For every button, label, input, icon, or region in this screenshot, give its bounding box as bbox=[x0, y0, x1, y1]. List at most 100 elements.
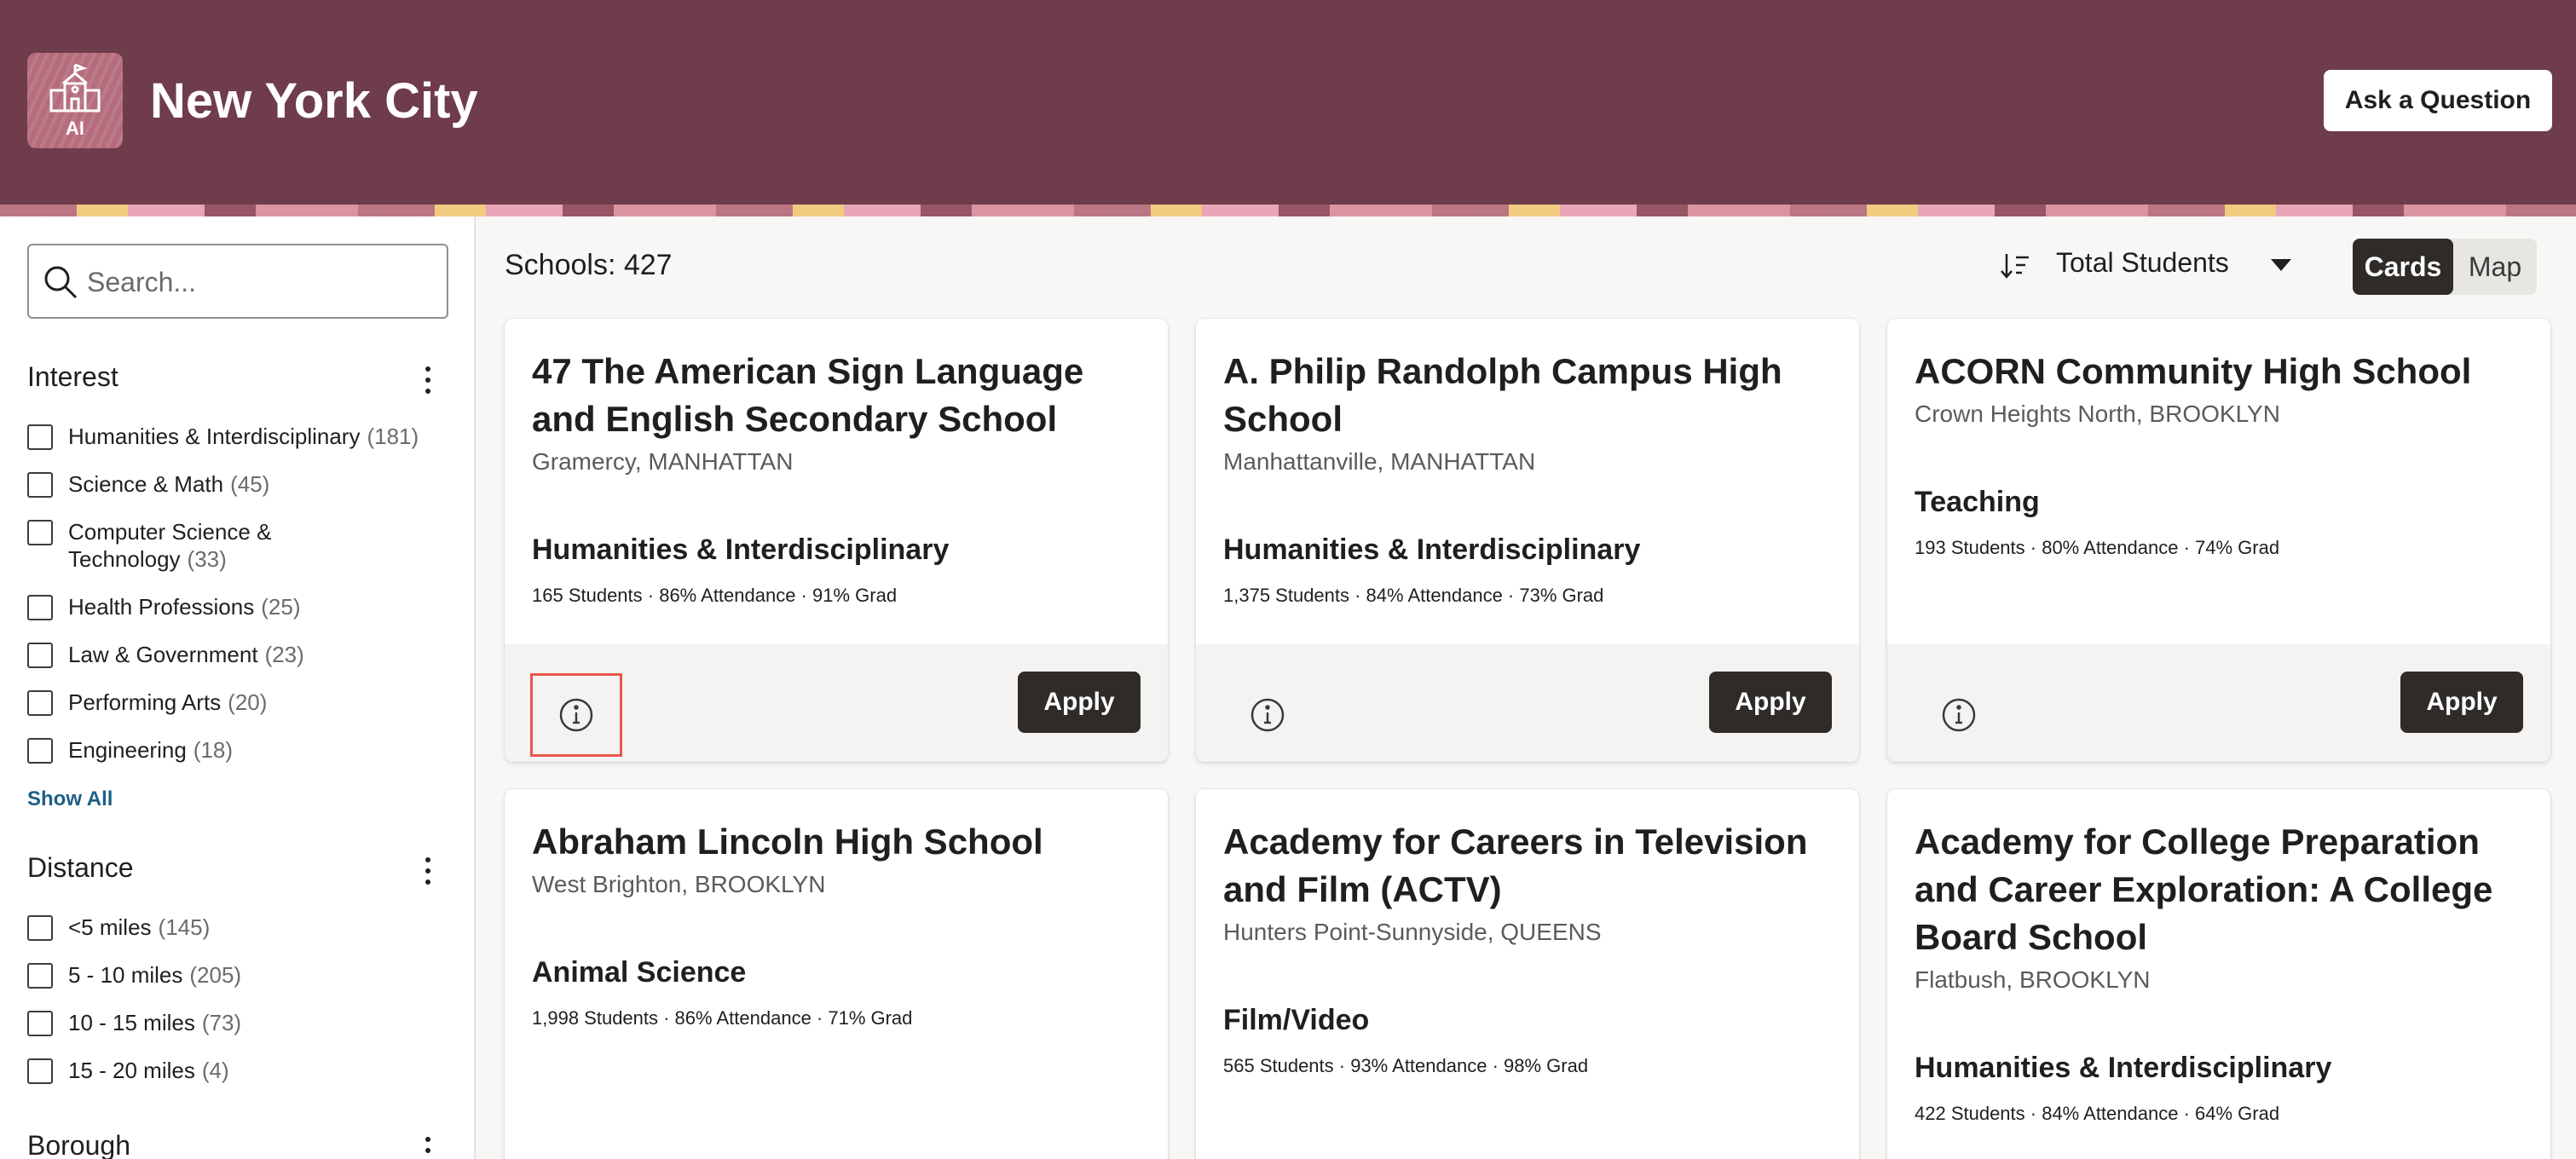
school-location: Manhattanville, MANHATTAN bbox=[1223, 448, 1536, 475]
facet-label: Law & Government bbox=[68, 642, 258, 667]
card-footer: Apply bbox=[1196, 644, 1859, 762]
checkbox[interactable] bbox=[27, 595, 53, 620]
search-icon bbox=[44, 266, 78, 299]
school-card[interactable]: A. Philip Randolph Campus High School Ma… bbox=[1196, 319, 1859, 762]
info-icon bbox=[1250, 698, 1285, 732]
school-name[interactable]: A. Philip Randolph Campus High School bbox=[1223, 348, 1837, 443]
app-header: AI New York City Ask a Question bbox=[0, 0, 2576, 205]
school-card[interactable]: 47 The American Sign Language and Englis… bbox=[505, 319, 1168, 762]
school-stats: 565 Students · 93% Attendance · 98% Grad bbox=[1223, 1055, 1589, 1076]
facet-label: Health Professions bbox=[68, 594, 255, 620]
facet-label: <5 miles bbox=[68, 914, 152, 940]
facet-title-interest: Interest bbox=[27, 361, 118, 392]
checkbox[interactable] bbox=[27, 915, 53, 941]
info-button[interactable] bbox=[1222, 673, 1314, 757]
school-location: Gramercy, MANHATTAN bbox=[532, 448, 794, 475]
facet-label: 5 - 10 miles bbox=[68, 962, 183, 988]
logo-text: AI bbox=[66, 118, 84, 139]
facet-count: (25) bbox=[261, 594, 301, 620]
facet-count: (45) bbox=[230, 471, 270, 497]
view-map-button[interactable]: Map bbox=[2453, 239, 2537, 295]
school-card[interactable]: Academy for College Preparation and Care… bbox=[1887, 789, 2550, 1159]
school-stats: 193 Students · 80% Attendance · 74% Grad bbox=[1915, 537, 2280, 558]
facet-item-distance-15-20[interactable]: 15 - 20 miles (4) bbox=[27, 1057, 229, 1084]
card-footer: Apply bbox=[505, 644, 1168, 762]
facet-item-humanities[interactable]: Humanities & Interdisciplinary (181) bbox=[27, 423, 419, 450]
kebab-menu-icon[interactable] bbox=[421, 1133, 435, 1159]
facet-label: Computer Science & Technology bbox=[68, 519, 272, 572]
checkbox[interactable] bbox=[27, 520, 53, 545]
checkbox[interactable] bbox=[27, 690, 53, 716]
school-card[interactable]: Abraham Lincoln High School West Brighto… bbox=[505, 789, 1168, 1159]
checkbox[interactable] bbox=[27, 643, 53, 668]
school-location: West Brighton, BROOKLYN bbox=[532, 871, 826, 897]
checkbox[interactable] bbox=[27, 1011, 53, 1036]
checkbox[interactable] bbox=[27, 963, 53, 989]
school-card[interactable]: ACORN Community High School Crown Height… bbox=[1887, 319, 2550, 762]
school-name[interactable]: Abraham Lincoln High School bbox=[532, 818, 1146, 866]
chevron-down-icon[interactable] bbox=[2271, 259, 2291, 271]
school-stats: 422 Students · 84% Attendance · 64% Grad bbox=[1915, 1103, 2280, 1124]
school-location: Crown Heights North, BROOKLYN bbox=[1915, 401, 2280, 427]
view-toggle[interactable]: Cards Map bbox=[2353, 239, 2537, 295]
school-location: Hunters Point-Sunnyside, QUEENS bbox=[1223, 919, 1602, 945]
filter-sidebar: Interest Humanities & Interdisciplinary(… bbox=[0, 216, 476, 1159]
checkbox[interactable] bbox=[27, 424, 53, 450]
card-footer: Apply bbox=[1887, 644, 2550, 762]
school-building-icon bbox=[49, 63, 101, 112]
school-name[interactable]: Academy for College Preparation and Care… bbox=[1915, 818, 2528, 961]
sort-icon[interactable] bbox=[2000, 251, 2032, 281]
apply-button[interactable]: Apply bbox=[1709, 672, 1832, 733]
school-interest: Teaching bbox=[1915, 486, 2040, 518]
ask-question-button[interactable]: Ask a Question bbox=[2324, 70, 2552, 131]
sort-select[interactable]: Total Students bbox=[2056, 247, 2229, 279]
facet-label: Humanities & Interdisciplinary bbox=[68, 424, 361, 449]
info-button[interactable] bbox=[1913, 673, 2005, 757]
facet-count: (23) bbox=[264, 642, 304, 667]
facet-count: (33) bbox=[187, 546, 227, 572]
school-name[interactable]: Academy for Careers in Television and Fi… bbox=[1223, 818, 1837, 914]
facet-item-law-government[interactable]: Law & Government (23) bbox=[27, 641, 304, 668]
facet-item-health-professions[interactable]: Health Professions (25) bbox=[27, 593, 300, 620]
facet-item-distance-5-10[interactable]: 5 - 10 miles (205) bbox=[27, 961, 241, 989]
facet-label: 15 - 20 miles bbox=[68, 1058, 195, 1083]
apply-button[interactable]: Apply bbox=[2400, 672, 2523, 733]
checkbox[interactable] bbox=[27, 738, 53, 764]
search-input[interactable] bbox=[87, 257, 428, 307]
school-location: Flatbush, BROOKLYN bbox=[1915, 966, 2151, 993]
checkbox[interactable] bbox=[27, 1058, 53, 1084]
facet-count: (18) bbox=[193, 737, 234, 763]
facet-title-borough: Borough bbox=[27, 1130, 130, 1159]
apply-button[interactable]: Apply bbox=[1018, 672, 1141, 733]
facet-item-performing-arts[interactable]: Performing Arts (20) bbox=[27, 689, 267, 716]
facet-label: Science & Math bbox=[68, 471, 224, 497]
info-icon bbox=[559, 698, 593, 732]
results-count: Schools: 427 bbox=[505, 249, 673, 281]
kebab-menu-icon[interactable] bbox=[421, 363, 435, 397]
facet-count: (145) bbox=[158, 914, 211, 940]
school-name[interactable]: 47 The American Sign Language and Englis… bbox=[532, 348, 1146, 443]
show-all-link[interactable]: Show All bbox=[27, 787, 113, 811]
kebab-menu-icon[interactable] bbox=[421, 854, 435, 888]
school-name[interactable]: ACORN Community High School bbox=[1915, 348, 2528, 395]
facet-item-distance-lt5[interactable]: <5 miles (145) bbox=[27, 914, 210, 941]
facet-item-computer-science[interactable]: Computer Science & Technology (33) bbox=[27, 518, 315, 573]
checkbox[interactable] bbox=[27, 472, 53, 498]
school-interest: Humanities & Interdisciplinary bbox=[532, 533, 950, 566]
school-stats: 165 Students · 86% Attendance · 91% Grad bbox=[532, 585, 898, 606]
facet-count: (4) bbox=[201, 1058, 229, 1083]
view-cards-button[interactable]: Cards bbox=[2353, 239, 2453, 295]
facet-count: (73) bbox=[201, 1010, 242, 1035]
facet-count: (20) bbox=[228, 689, 268, 715]
school-interest: Film/Video bbox=[1223, 1004, 1370, 1036]
school-stats: 1,998 Students · 86% Attendance · 71% Gr… bbox=[532, 1007, 913, 1029]
info-button[interactable] bbox=[530, 673, 622, 757]
school-interest: Animal Science bbox=[532, 956, 747, 989]
school-interest: Humanities & Interdisciplinary bbox=[1915, 1052, 2332, 1084]
facet-count: (181) bbox=[367, 424, 419, 449]
search-box[interactable] bbox=[27, 244, 448, 319]
facet-item-engineering[interactable]: Engineering (18) bbox=[27, 736, 233, 764]
school-card[interactable]: Academy for Careers in Television and Fi… bbox=[1196, 789, 1859, 1159]
facet-item-science-math[interactable]: Science & Math (45) bbox=[27, 470, 269, 498]
facet-item-distance-10-15[interactable]: 10 - 15 miles (73) bbox=[27, 1009, 241, 1036]
